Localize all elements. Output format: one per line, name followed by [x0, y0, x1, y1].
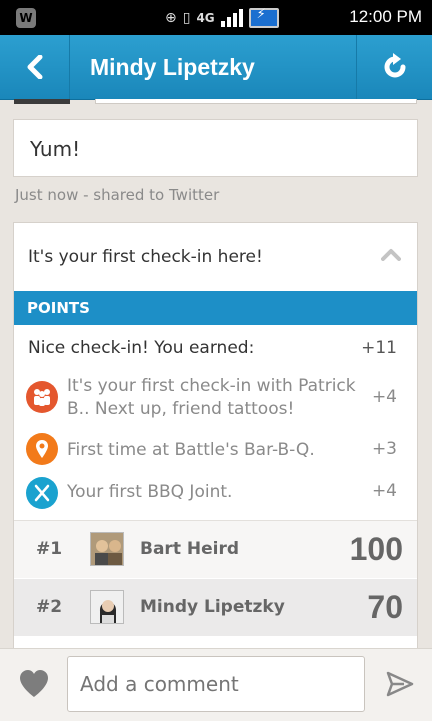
battery-icon: [248, 7, 279, 28]
checkin-card: It's your first check-in here! POINTS Ni…: [13, 222, 418, 652]
shared-meta: Just now - shared to Twitter: [15, 186, 220, 204]
action-bar: Mindy Lipetzky: [0, 35, 432, 100]
photo-thumbnail[interactable]: [14, 99, 70, 104]
refresh-button[interactable]: [356, 35, 432, 99]
friends-icon: [26, 381, 58, 413]
leaderboard-score: 100: [349, 531, 403, 567]
avatar: [90, 590, 124, 624]
clock: 12:00 PM: [349, 7, 422, 26]
leaderboard-score: 70: [367, 589, 403, 625]
earned-total: +11: [361, 338, 397, 358]
earned-row: Nice check-in! You earned: +11: [14, 327, 417, 369]
leaderboard-rank: #2: [36, 597, 63, 617]
leaderboard-name: Mindy Lipetzky: [140, 597, 285, 617]
reward-row: It's your first check-in with Patrick B.…: [14, 373, 417, 425]
notification-icon: W: [16, 8, 36, 28]
reward-points: +3: [371, 439, 397, 459]
network-type: 4G: [196, 10, 215, 25]
reward-points: +4: [371, 481, 397, 501]
status-icons: ⊕ ▯ 4G: [165, 6, 279, 30]
earned-label: Nice check-in! You earned:: [28, 338, 255, 358]
reward-text: First time at Battle's Bar-B-Q.: [67, 440, 315, 460]
chevron-up-icon[interactable]: [381, 247, 401, 261]
comment-composer: [0, 648, 432, 721]
comment-input[interactable]: [67, 656, 365, 712]
fork-knife-icon: [26, 477, 58, 509]
send-icon[interactable]: [386, 670, 414, 698]
leaderboard-name: Bart Heird: [140, 539, 239, 559]
leaderboard-row[interactable]: #2 Mindy Lipetzky 70: [14, 579, 417, 636]
back-button[interactable]: [0, 35, 70, 99]
shout-text: Yum!: [30, 137, 81, 161]
leaderboard-row[interactable]: #1 Bart Heird 100: [14, 521, 417, 578]
first-checkin-text: It's your first check-in here!: [28, 247, 263, 267]
vibrate-icon: ▯: [182, 10, 191, 26]
heart-icon[interactable]: [17, 667, 51, 701]
refresh-icon: [384, 53, 405, 78]
reward-text: It's your first check-in with Patrick B.…: [67, 376, 356, 419]
reward-points: +4: [371, 387, 397, 407]
signal-icon: [220, 9, 243, 27]
points-header: POINTS: [14, 291, 417, 325]
page-title: Mindy Lipetzky: [90, 54, 255, 80]
reward-text: Your first BBQ Joint.: [67, 482, 233, 502]
first-checkin-row[interactable]: It's your first check-in here!: [14, 223, 417, 291]
location-pin-icon: [26, 433, 58, 465]
chevron-left-icon: [27, 55, 42, 79]
photo-caption-box: [95, 99, 417, 104]
status-bar: W ⊕ ▯ 4G 12:00 PM: [0, 0, 432, 35]
gps-icon: ⊕: [165, 10, 177, 26]
leaderboard-rank: #1: [36, 539, 63, 559]
reward-row: Your first BBQ Joint. +4: [14, 473, 417, 513]
reward-row: First time at Battle's Bar-B-Q. +3: [14, 429, 417, 469]
avatar: [90, 532, 124, 566]
shout-card: Yum!: [13, 119, 418, 177]
